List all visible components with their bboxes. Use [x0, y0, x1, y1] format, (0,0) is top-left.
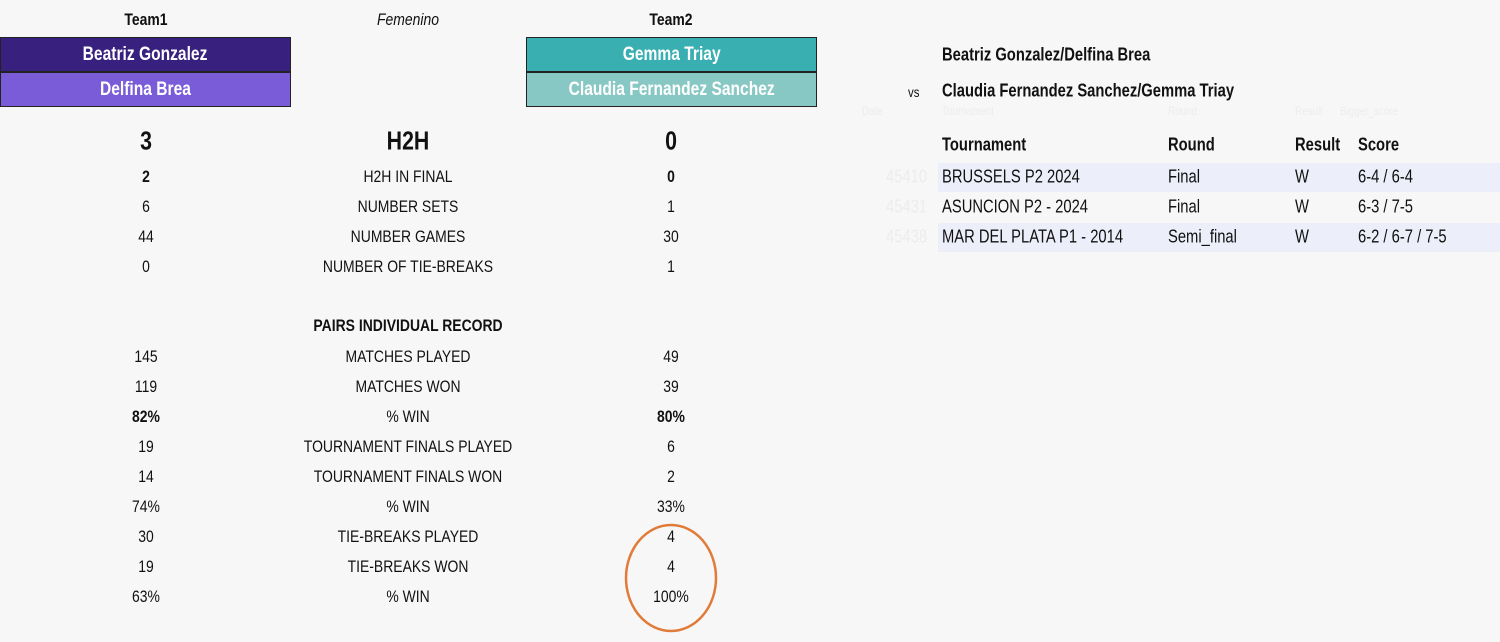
- annotation-layer: [624, 523, 718, 633]
- h2h-sheet: Team1 Femenino Team2 Beatriz Gonzalez De…: [0, 0, 1500, 642]
- highlight-circle: [624, 523, 718, 633]
